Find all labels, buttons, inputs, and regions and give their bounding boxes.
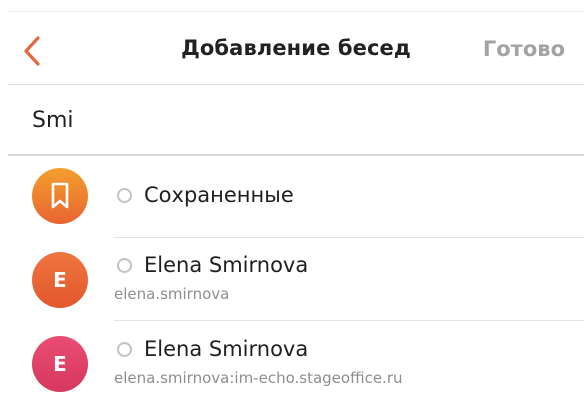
search-input[interactable] [32,104,552,136]
bookmark-icon [51,182,69,209]
chat-username: elena.smirnova [114,285,230,303]
select-radio[interactable] [117,342,132,357]
avatar-letter: E [53,268,67,292]
navigation-bar: Добавление бесед Готово [8,12,584,85]
chat-name: Сохраненные [144,183,294,207]
done-button[interactable]: Готово [483,37,565,61]
chat-name: Elena Smirnova [144,253,309,277]
chat-username: elena.smirnova:im-echo.stageoffice.ru [114,369,403,387]
list-item-elena-smirnova-echo[interactable]: E Elena Smirnova elena.smirnova:im-echo.… [8,321,584,405]
list-item-elena-smirnova[interactable]: E Elena Smirnova elena.smirnova [8,238,584,322]
avatar: E [32,252,88,308]
select-radio[interactable] [117,258,132,273]
chat-name: Elena Smirnova [144,337,309,361]
avatar [32,168,88,224]
select-radio[interactable] [117,188,132,203]
list-item-saved[interactable]: Сохраненные [8,156,584,240]
avatar-letter: E [53,352,67,376]
avatar: E [32,336,88,392]
search-bar [8,85,584,154]
